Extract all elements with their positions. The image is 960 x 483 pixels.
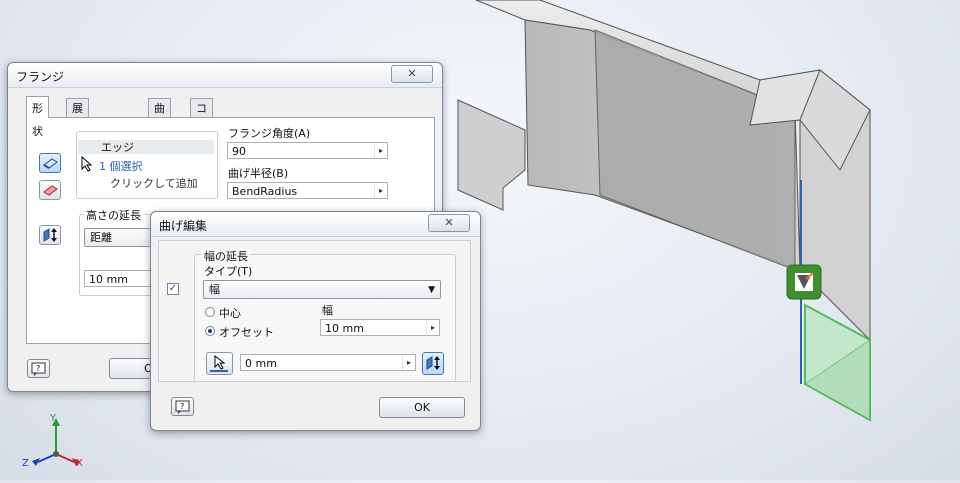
offset-radio[interactable] (205, 326, 215, 336)
offset-flip-button[interactable] (422, 352, 444, 375)
flange-title-bar[interactable]: フランジ ✕ (8, 63, 442, 88)
width-label: 幅 (322, 304, 333, 317)
flange-ok-button[interactable]: O (109, 358, 154, 379)
offset-input[interactable]: 0 mm ▸ (240, 354, 416, 371)
offset-select-button[interactable] (206, 352, 233, 375)
width-arrow-icon[interactable]: ▸ (426, 320, 439, 335)
bend-radius-label: 曲げ半径(B) (228, 167, 289, 180)
edge-selected-count[interactable]: 1 個選択 (99, 158, 143, 174)
width-input[interactable]: 10 mm ▸ (320, 319, 440, 336)
height-extent-select[interactable]: 距離 (84, 228, 154, 247)
pointer-select-icon (210, 354, 228, 372)
help-icon: ? (175, 400, 189, 414)
tab-bend[interactable]: 曲げ (148, 98, 171, 134)
bend-edit-title: 曲げ編集 (159, 219, 208, 233)
center-label: 中心 (219, 307, 241, 320)
edge-mode-button[interactable] (39, 153, 61, 173)
flange-angle-label: フランジ角度(A) (228, 127, 311, 140)
triad-y-label: Y (50, 413, 57, 424)
cursor-icon (81, 156, 93, 172)
width-extent-label: 幅の延長 (202, 248, 250, 264)
type-label: タイプ(T) (204, 265, 253, 278)
bend-edit-help-button[interactable]: ? (171, 397, 194, 416)
view-triad (32, 418, 80, 466)
width-value: 10 mm (325, 322, 364, 335)
center-radio[interactable] (205, 307, 215, 317)
height-extent-label: 高さの延長 (84, 207, 143, 223)
bend-edit-close-button[interactable]: ✕ (428, 214, 470, 232)
check-icon: ✓ (168, 283, 178, 294)
height-extent-value: 距離 (90, 231, 112, 244)
flip-direction-button[interactable] (39, 225, 61, 245)
flip-direction-icon (426, 356, 440, 370)
flip-direction-icon (43, 228, 57, 242)
edge-add-hint[interactable]: クリックして追加 (110, 175, 198, 191)
edge-selection-list[interactable]: エッジ 1 個選択 クリックして追加 (76, 131, 218, 199)
chevron-down-icon: ▼ (428, 285, 435, 295)
tab-shape[interactable]: 形状 (26, 96, 49, 138)
tab-corner[interactable]: コーナー (190, 98, 213, 172)
flange-angle-input[interactable]: 90 ▸ (227, 142, 388, 159)
bend-edit-ok-label: OK (414, 401, 430, 414)
width-extent-checkbox[interactable]: ✓ (167, 283, 179, 295)
close-icon: ✕ (407, 67, 417, 80)
radius-arrow-icon[interactable]: ▸ (374, 183, 387, 198)
flange-close-button[interactable]: ✕ (391, 65, 433, 83)
loop-select-icon (43, 185, 58, 196)
offset-arrow-icon[interactable]: ▸ (402, 355, 415, 370)
svg-text:?: ? (36, 364, 40, 373)
bend-radius-input[interactable]: BendRadius ▸ (227, 182, 388, 199)
bend-edit-ok-button[interactable]: OK (379, 397, 465, 418)
close-icon: ✕ (444, 216, 454, 229)
edge-select-icon (43, 158, 58, 169)
offset-label: オフセット (219, 326, 274, 339)
offset-value: 0 mm (245, 357, 277, 370)
loop-mode-button[interactable] (39, 180, 61, 200)
help-icon: ? (31, 362, 45, 376)
bend-radius-value: BendRadius (232, 185, 298, 198)
tab-unfold-options[interactable]: 展開オプション (66, 98, 89, 229)
edge-header: エッジ (101, 141, 134, 154)
flange-title: フランジ (16, 70, 65, 84)
type-value: 幅 (209, 283, 220, 296)
angle-arrow-icon[interactable]: ▸ (374, 143, 387, 158)
height-distance-input[interactable]: 10 mm (84, 270, 154, 287)
triad-x-label: X (76, 458, 83, 469)
bend-edit-title-bar[interactable]: 曲げ編集 ✕ (151, 212, 480, 237)
height-distance-value: 10 mm (89, 273, 128, 286)
flange-angle-value: 90 (232, 145, 246, 158)
flange-help-button[interactable]: ? (27, 359, 50, 378)
triad-z-label: Z (22, 458, 29, 469)
svg-text:?: ? (180, 402, 184, 411)
type-select[interactable]: 幅 ▼ (203, 280, 441, 299)
